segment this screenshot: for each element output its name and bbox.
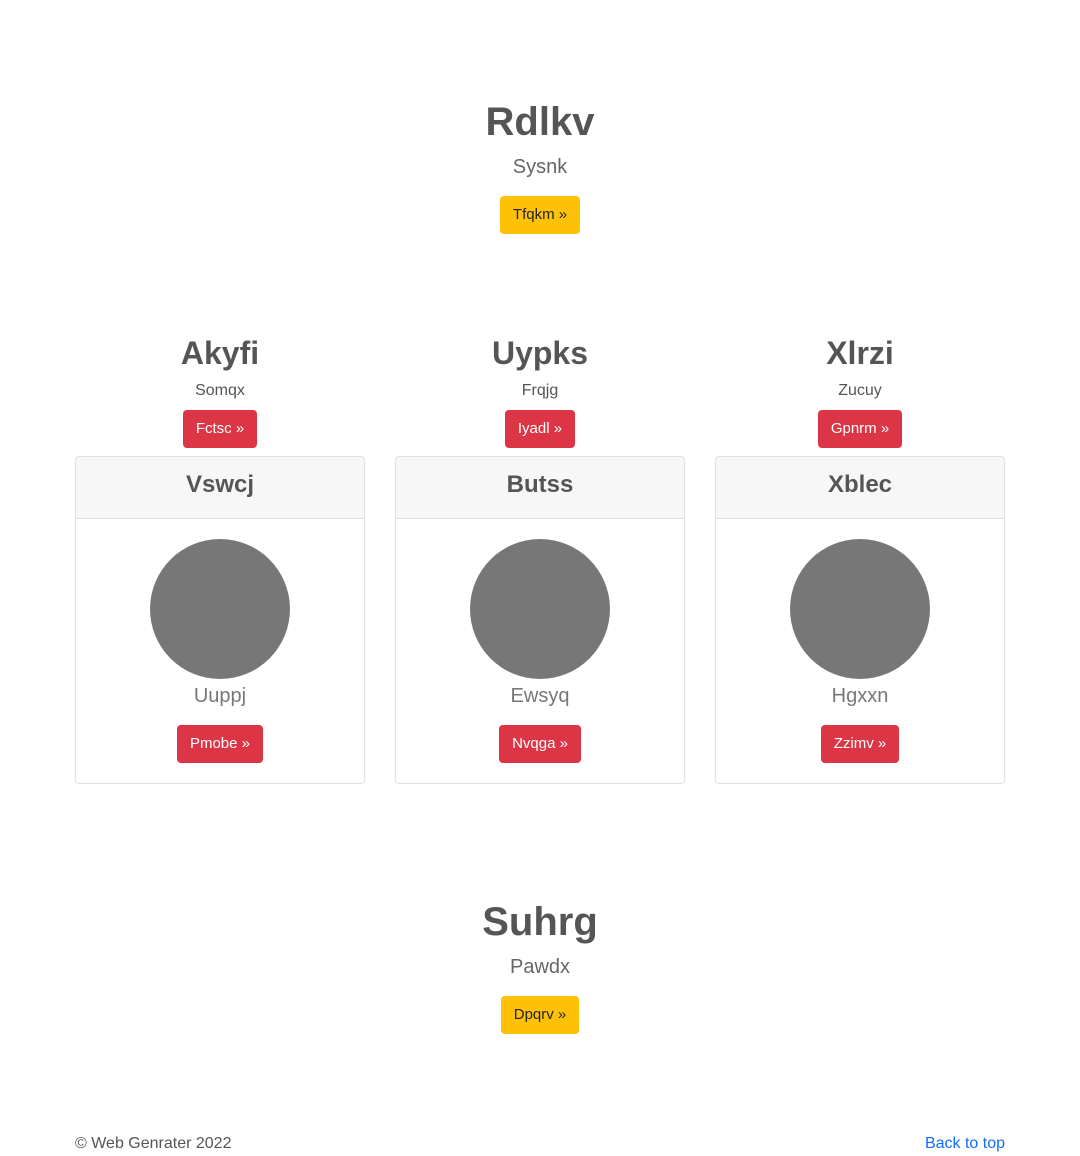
card-2: Butss Ewsyq Nvqga » bbox=[395, 456, 685, 784]
card-text: Ewsyq bbox=[510, 685, 570, 707]
card-button[interactable]: Nvqga » bbox=[499, 725, 581, 763]
hero-top: Rdlkv Sysnk Tfqkm » bbox=[0, 98, 1080, 234]
back-to-top-link[interactable]: Back to top bbox=[925, 1134, 1005, 1154]
hero-top-title: Rdlkv bbox=[485, 100, 595, 144]
card-1: Vswcj Uuppj Pmobe » bbox=[75, 456, 365, 784]
card-3: Xblec Hgxxn Zzimv » bbox=[715, 456, 1005, 784]
avatar bbox=[790, 539, 930, 679]
feature-title: Uypks bbox=[491, 335, 589, 371]
feature-button[interactable]: Gpnrm » bbox=[817, 410, 903, 448]
avatar bbox=[470, 539, 610, 679]
hero-bottom-title: Suhrg bbox=[482, 900, 598, 944]
hero-bottom: Suhrg Pawdx Dpqrv » bbox=[0, 898, 1080, 1034]
hero-top-subtitle: Sysnk bbox=[512, 156, 568, 178]
feature-subtitle: Frqjg bbox=[521, 382, 559, 399]
page: Rdlkv Sysnk Tfqkm » Akyfi Somqx Fctsc » … bbox=[0, 0, 1080, 1156]
feature-col-3: Xlrzi Zucuy Gpnrm » bbox=[715, 334, 1005, 448]
feature-col-2: Uypks Frqjg Iyadl » bbox=[395, 334, 685, 448]
hero-top-button[interactable]: Tfqkm » bbox=[499, 196, 581, 234]
card-button[interactable]: Zzimv » bbox=[820, 725, 900, 763]
card-header: Xblec bbox=[716, 457, 1004, 519]
card-text: Uuppj bbox=[193, 685, 247, 707]
avatar bbox=[150, 539, 290, 679]
feature-button[interactable]: Iyadl » bbox=[504, 410, 576, 448]
hero-bottom-button[interactable]: Dpqrv » bbox=[500, 996, 580, 1034]
feature-button[interactable]: Fctsc » bbox=[182, 410, 258, 448]
feature-title: Akyfi bbox=[180, 335, 260, 371]
card-text: Hgxxn bbox=[831, 685, 889, 707]
card-header: Butss bbox=[396, 457, 684, 519]
feature-subtitle: Zucuy bbox=[838, 382, 882, 399]
hero-bottom-subtitle: Pawdx bbox=[509, 956, 571, 978]
card-header: Vswcj bbox=[76, 457, 364, 519]
feature-title: Xlrzi bbox=[826, 335, 894, 371]
feature-col-1: Akyfi Somqx Fctsc » bbox=[75, 334, 365, 448]
feature-subtitle: Somqx bbox=[195, 382, 245, 399]
footer-copyright: © Web Genrater 2022 bbox=[75, 1135, 232, 1152]
card-button[interactable]: Pmobe » bbox=[176, 725, 264, 763]
